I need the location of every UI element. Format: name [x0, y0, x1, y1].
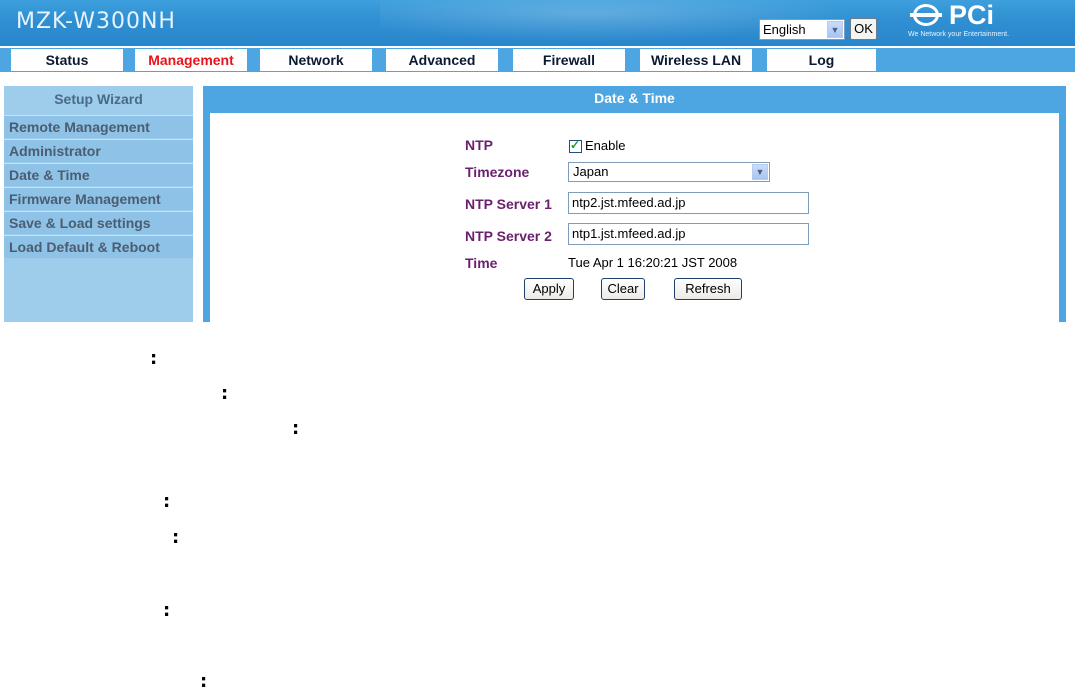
sidebar-header-setup-wizard[interactable]: Setup Wizard — [4, 86, 193, 113]
ntp-enable-checkbox[interactable]: ✓ — [569, 138, 582, 153]
tab-log[interactable]: Log — [767, 49, 876, 71]
apply-button[interactable]: Apply — [524, 278, 574, 300]
timezone-label: Timezone — [465, 164, 530, 180]
ntp-server-1-input[interactable]: ntp2.jst.mfeed.ad.jp — [568, 192, 809, 214]
sidebar: Setup Wizard Remote Management Administr… — [4, 86, 193, 322]
main-nav: Status Management Network Advanced Firew… — [0, 46, 1075, 73]
ntp-server-2-label: NTP Server 2 — [465, 228, 552, 244]
tab-management[interactable]: Management — [135, 49, 247, 71]
language-value: English — [763, 22, 806, 37]
language-ok-button[interactable]: OK — [850, 18, 877, 40]
globe-icon — [910, 4, 942, 26]
brand-logo: PCi We Network your Entertainment. — [905, 0, 1055, 44]
sidebar-item-firmware-management[interactable]: Firmware Management — [4, 187, 193, 210]
panel-title: Date & Time — [594, 90, 675, 106]
colon-marker: : — [172, 527, 180, 548]
clear-button[interactable]: Clear — [601, 278, 645, 300]
tab-network[interactable]: Network — [260, 49, 372, 71]
chevron-down-icon[interactable]: ▼ — [752, 164, 768, 180]
panel-body: NTP ✓ Enable Timezone Japan ▼ NTP Server… — [210, 113, 1059, 322]
tab-wireless-lan[interactable]: Wireless LAN — [640, 49, 752, 71]
colon-marker: : — [292, 418, 300, 439]
date-time-panel: Date & Time NTP ✓ Enable Timezone Japan … — [203, 86, 1066, 322]
sidebar-item-load-default-reboot[interactable]: Load Default & Reboot — [4, 235, 193, 258]
refresh-button[interactable]: Refresh — [674, 278, 742, 300]
ntp-enable-label: Enable — [585, 138, 626, 153]
timezone-select[interactable]: Japan ▼ — [568, 162, 770, 182]
colon-marker: : — [150, 348, 158, 369]
colon-marker: : — [200, 671, 208, 692]
colon-marker: : — [163, 491, 171, 512]
sidebar-item-save-load-settings[interactable]: Save & Load settings — [4, 211, 193, 234]
ntp-server-1-label: NTP Server 1 — [465, 196, 552, 212]
time-label: Time — [465, 255, 498, 271]
sidebar-item-administrator[interactable]: Administrator — [4, 139, 193, 162]
model-title: MZK-W300NH — [16, 9, 176, 34]
ntp-server-2-input[interactable]: ntp1.jst.mfeed.ad.jp — [568, 223, 809, 245]
tab-advanced[interactable]: Advanced — [386, 49, 498, 71]
checkmark-icon: ✓ — [570, 138, 581, 152]
timezone-value: Japan — [573, 164, 609, 179]
ntp-label: NTP — [465, 137, 493, 153]
sidebar-item-remote-management[interactable]: Remote Management — [4, 115, 193, 138]
header-banner: MZK-W300NH English ▼ OK PCi We Network y… — [0, 0, 1075, 46]
sidebar-item-date-time[interactable]: Date & Time — [4, 163, 193, 186]
brand-tagline: We Network your Entertainment. — [908, 31, 1010, 38]
colon-marker: : — [221, 383, 229, 404]
current-time-value: Tue Apr 1 16:20:21 JST 2008 — [568, 255, 738, 270]
brand-name: PCi — [949, 0, 995, 30]
language-select[interactable]: English ▼ — [759, 19, 845, 40]
tab-status[interactable]: Status — [11, 49, 123, 71]
colon-marker: : — [163, 600, 171, 621]
tab-firewall[interactable]: Firewall — [513, 49, 625, 71]
chevron-down-icon[interactable]: ▼ — [827, 21, 843, 38]
router-config-screenshot: MZK-W300NH English ▼ OK PCi We Network y… — [0, 0, 1075, 322]
